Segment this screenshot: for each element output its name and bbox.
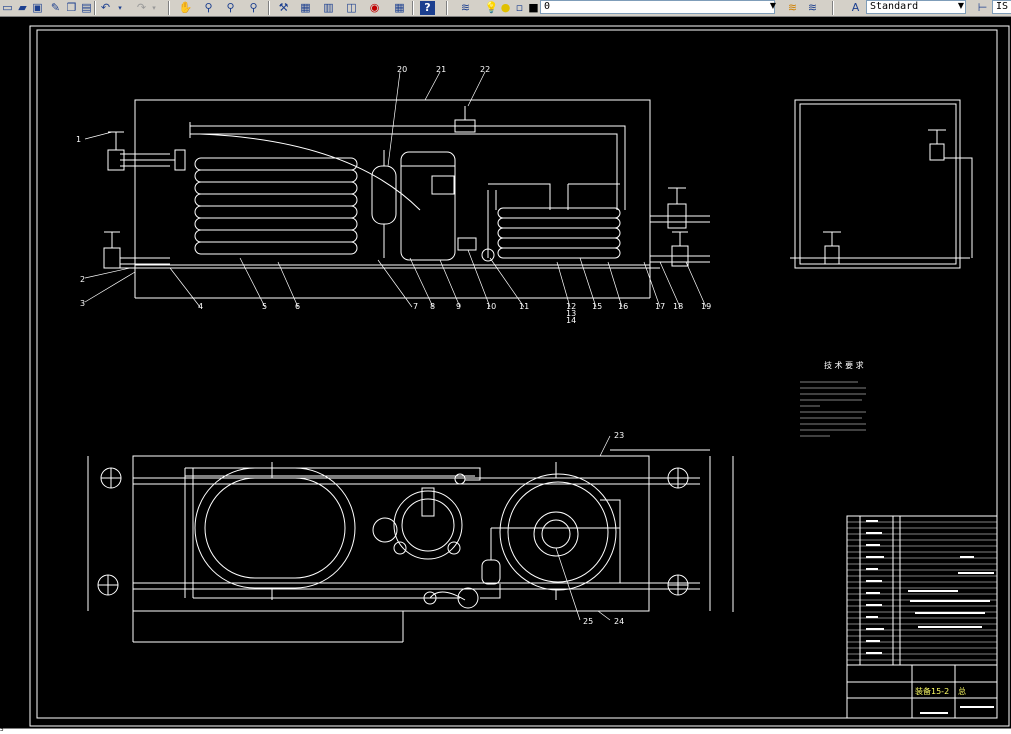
part-label-22: 22 <box>480 65 490 74</box>
part-label-25: 25 <box>583 617 593 626</box>
pencil-icon[interactable]: ✎ <box>48 1 63 15</box>
layer-manager-icon[interactable]: ≋ <box>458 1 473 15</box>
evaporator-coil-top <box>499 473 617 591</box>
title-block-text-bars <box>866 520 994 714</box>
front-view <box>84 71 710 308</box>
part-label-21: 21 <box>436 65 446 74</box>
valve-top-right <box>667 467 689 489</box>
hand-valve-left-bottom <box>103 231 121 269</box>
sheet-inner-border <box>36 29 998 719</box>
part-label-9: 9 <box>456 302 461 311</box>
lightbulb-icon[interactable]: 💡 <box>484 1 499 15</box>
command-line[interactable] <box>0 728 1011 734</box>
condenser-coil-top <box>194 467 356 589</box>
toolbar-separator <box>412 1 414 15</box>
technical-notes-title: 技 术 要 求 <box>824 360 864 370</box>
part-label-10: 10 <box>486 302 496 311</box>
part-label-24: 24 <box>614 617 624 626</box>
receiver-tank <box>371 150 397 258</box>
part-label-3: 3 <box>80 299 85 308</box>
sun-icon[interactable]: ● <box>498 1 513 15</box>
part-label-20: 20 <box>397 65 407 74</box>
markup-icon[interactable]: ◉ <box>367 1 382 15</box>
drawing-canvas[interactable]: 123 4 5 6 7 8 9 10 11 12131415 16 17 18 1920 21 2223242… <box>0 16 1011 728</box>
zoom-window-icon[interactable]: ⚲ <box>223 1 238 15</box>
calculator-icon[interactable]: ▦ <box>392 1 407 15</box>
part-label-23: 23 <box>614 431 624 440</box>
chevron-down-icon[interactable]: ▾ <box>150 1 158 15</box>
toolbar-separator <box>446 1 448 15</box>
lock-icon[interactable]: ▫ <box>512 1 527 15</box>
part-label-7: 7 <box>413 302 418 311</box>
layer-dropdown-value: 0 <box>544 1 551 12</box>
undo-icon[interactable]: ↶ <box>98 1 113 15</box>
copy-icon[interactable]: ❐ <box>64 1 79 15</box>
part-label-11: 11 <box>519 302 529 311</box>
drawing-number: 装备15-2 <box>915 686 949 696</box>
part-label-4: 4 <box>198 302 203 311</box>
hand-valve-right-bottom <box>671 231 689 267</box>
layer-dropdown[interactable]: 0 <box>540 0 775 14</box>
new-file-icon[interactable]: ▭ <box>0 1 15 15</box>
top-view <box>87 435 734 643</box>
properties-icon[interactable]: ⚒ <box>276 1 291 15</box>
zoom-previous-icon[interactable]: ⚲ <box>246 1 261 15</box>
text-style-value: Standard <box>870 1 919 12</box>
compressor-top <box>372 487 463 560</box>
toolbar-separator <box>832 1 834 15</box>
hand-valve-left-top <box>107 131 125 171</box>
part-label-14: 14 <box>566 316 576 325</box>
part-label-19: 19 <box>701 302 711 311</box>
part-label-16: 16 <box>618 302 628 311</box>
open-file-icon[interactable]: ▰ <box>15 1 30 15</box>
part-label-17: 17 <box>655 302 665 311</box>
chevron-down-icon[interactable]: ▼ <box>955 0 967 12</box>
chevron-down-icon[interactable]: ▼ <box>767 0 779 12</box>
part-label-15: 15 <box>592 302 602 311</box>
part-number-labels: 123 4 5 6 7 8 9 10 11 12131415 16 17 18 1920 21 2223242… <box>76 65 711 626</box>
text-style-icon[interactable]: A <box>848 1 863 15</box>
make-layer-current-icon[interactable]: ≋ <box>785 1 800 15</box>
part-label-1: 1 <box>76 135 81 144</box>
valve-bottom-left <box>97 574 119 596</box>
chevron-down-icon[interactable]: ▾ <box>116 1 124 15</box>
sheet-set-icon[interactable]: ◫ <box>344 1 359 15</box>
valve-bottom-right <box>667 574 689 596</box>
valve-top-left <box>100 467 122 489</box>
command-line-text: 3 <box>0 726 4 733</box>
technical-notes <box>800 381 866 437</box>
standard-toolbar: ▭ ▰ ▣ ✎ ❐ ▤ ↶ ▾ ↷ ▾ ✋ ⚲ ⚲ ⚲ ⚒ ▦ ▥ ◫ ◉ ▦ … <box>0 0 1011 17</box>
part-label-5: 5 <box>262 302 267 311</box>
toolbar-separator <box>168 1 170 15</box>
save-icon[interactable]: ▣ <box>30 1 45 15</box>
sheet-outer-border <box>29 25 1010 727</box>
tool-palettes-icon[interactable]: ▥ <box>321 1 336 15</box>
help-icon[interactable]: ? <box>420 1 435 15</box>
color-swatch-icon[interactable]: ■ <box>526 1 541 15</box>
toolbar-separator <box>94 1 96 15</box>
toolbar-separator <box>268 1 270 15</box>
dimension-style-icon[interactable]: ⊢ <box>975 1 990 15</box>
dimension-style-dropdown[interactable]: IS <box>992 0 1011 14</box>
text-style-dropdown[interactable]: Standard <box>866 0 966 14</box>
redo-icon[interactable]: ↷ <box>134 1 149 15</box>
part-label-18: 18 <box>673 302 683 311</box>
layer-previous-icon[interactable]: ≋ <box>805 1 820 15</box>
condenser-coil <box>194 157 358 255</box>
pan-icon[interactable]: ✋ <box>178 1 193 15</box>
paste-icon[interactable]: ▤ <box>79 1 94 15</box>
design-center-icon[interactable]: ▦ <box>298 1 313 15</box>
compressor <box>400 151 456 261</box>
evaporator-coil <box>497 207 621 259</box>
part-label-8: 8 <box>430 302 435 311</box>
zoom-realtime-icon[interactable]: ⚲ <box>201 1 216 15</box>
part-label-6: 6 <box>295 302 300 311</box>
side-view <box>790 99 973 269</box>
drawing-mark: 总 <box>958 686 966 696</box>
part-label-2: 2 <box>80 275 85 284</box>
dimension-style-value: IS <box>996 1 1009 12</box>
